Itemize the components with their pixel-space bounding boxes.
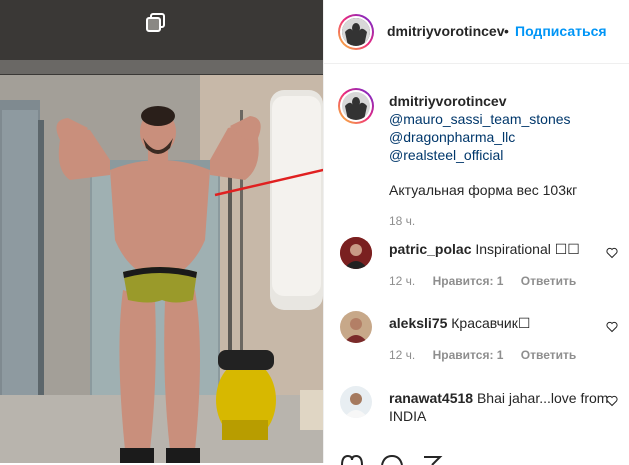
comment-text: Inspirational ☐☐	[475, 241, 580, 257]
caption-story-ring[interactable]	[338, 88, 374, 124]
header-username[interactable]: dmitriyvorotincev	[387, 23, 504, 39]
comment-avatar[interactable]	[340, 386, 372, 418]
heart-icon[interactable]	[606, 320, 618, 333]
multiple-photos-icon	[145, 12, 167, 34]
comment-icon[interactable]	[380, 455, 404, 465]
comment-username[interactable]: ranawat4518	[389, 390, 473, 406]
caption-time[interactable]: 18 ч.	[389, 214, 415, 228]
follow-button[interactable]: Подписаться	[515, 23, 607, 39]
post-header: dmitriyvorotincev • Подписаться	[324, 0, 629, 64]
heart-icon[interactable]	[340, 455, 364, 465]
comment-time[interactable]: 12 ч.	[389, 348, 415, 362]
comment-meta: 12 ч. Нравится: 1 Ответить	[389, 274, 590, 288]
post-photo[interactable]	[0, 0, 323, 463]
caption-text: Актуальная форма вес 103кг	[389, 182, 578, 198]
header-separator: •	[504, 23, 509, 39]
heart-icon[interactable]	[606, 394, 618, 407]
comment: patric_polac Inspirational ☐☐	[389, 241, 580, 258]
avatar	[342, 18, 370, 46]
reply-button[interactable]: Ответить	[521, 348, 576, 362]
comment-avatar[interactable]	[340, 311, 372, 343]
share-icon[interactable]	[420, 455, 444, 465]
comment-text: Красавчик☐	[451, 315, 531, 331]
mention-link[interactable]: @dragonpharma_llc	[389, 129, 515, 145]
heart-icon[interactable]	[606, 246, 618, 259]
comment: ranawat4518 Bhai jahar...love from INDIA	[389, 389, 609, 425]
caption-avatar	[342, 92, 370, 120]
comment-meta: 12 ч. Нравится: 1 Ответить	[389, 348, 590, 362]
bodybuilder-photo	[0, 0, 323, 463]
actions-bar	[324, 452, 629, 465]
comment-username[interactable]: aleksli75	[389, 315, 447, 331]
comment-likes[interactable]: Нравится: 1	[433, 274, 504, 288]
mention-link[interactable]: @realsteel_official	[389, 147, 503, 163]
comment: aleksli75 Красавчик☐	[389, 315, 530, 332]
comment-time[interactable]: 12 ч.	[389, 274, 415, 288]
story-ring[interactable]	[338, 14, 374, 50]
comment-avatar[interactable]	[340, 237, 372, 269]
caption-username[interactable]: dmitriyvorotincev	[389, 93, 506, 109]
mention-link[interactable]: @mauro_sassi_team_stones	[389, 111, 571, 127]
post-side-panel: dmitriyvorotincev • Подписаться dmitriyv…	[323, 0, 629, 465]
comment-likes[interactable]: Нравится: 1	[433, 348, 504, 362]
comment-username[interactable]: patric_polac	[389, 241, 471, 257]
reply-button[interactable]: Ответить	[521, 274, 576, 288]
